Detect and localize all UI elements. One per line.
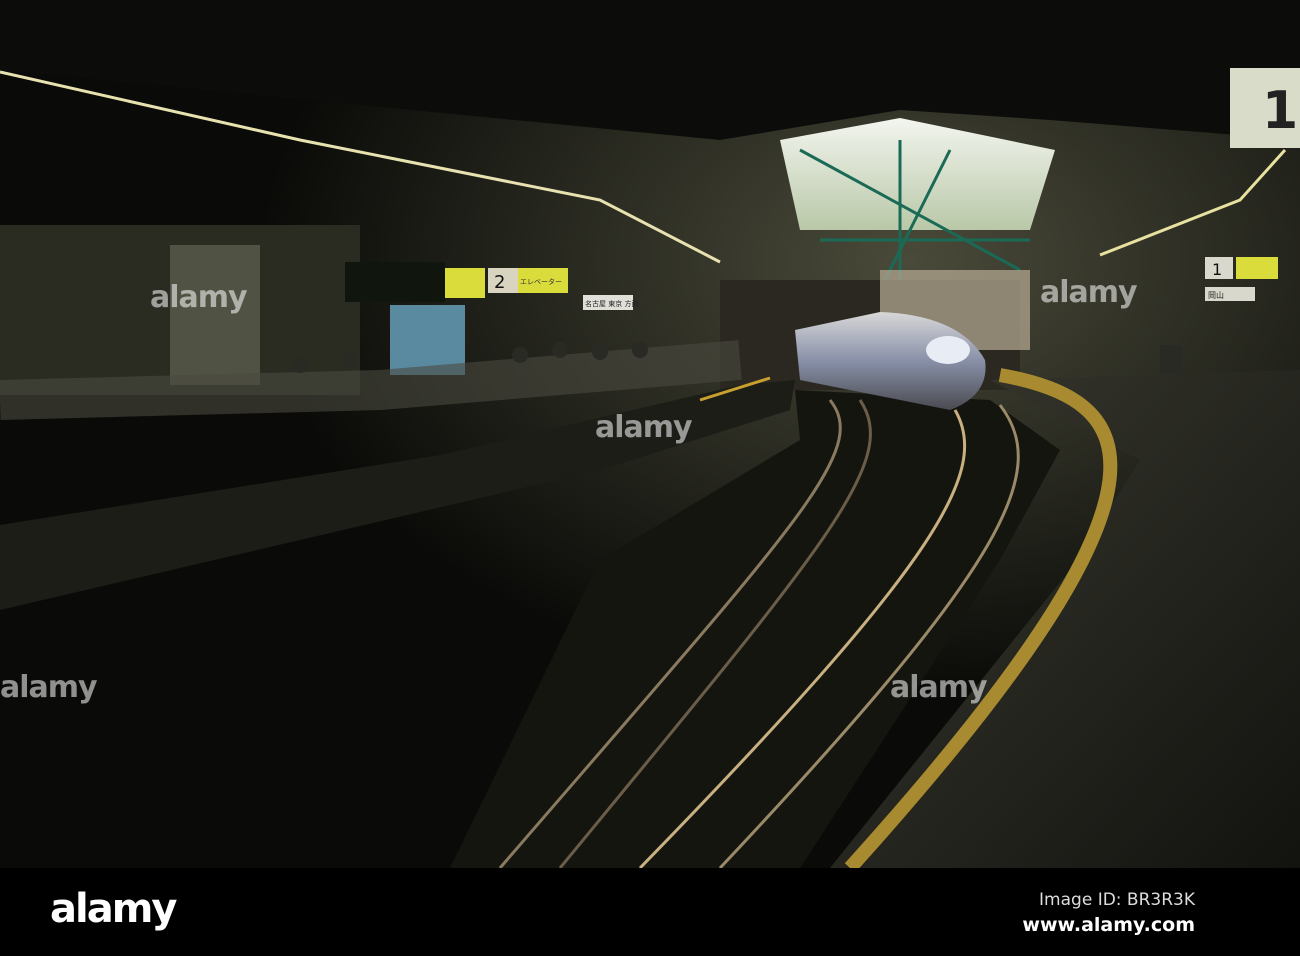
elevator-sign-left xyxy=(445,268,485,298)
watermark: alamy xyxy=(0,670,98,705)
site-url: www.alamy.com xyxy=(1022,914,1195,936)
elevator-label: エレベーター xyxy=(520,277,562,286)
okayama-sign: 岡山 xyxy=(1208,290,1224,300)
direction-label: 名古屋 東京 方面 xyxy=(585,299,638,308)
image-id: Image ID: BR3R3K xyxy=(1039,890,1195,910)
elevator-sign-right xyxy=(1236,257,1278,279)
footer-bar: alamy Image ID: BR3R3K www.alamy.com xyxy=(0,868,1300,956)
train-windshield xyxy=(926,336,970,364)
watermark: alamy xyxy=(890,670,988,705)
watermark: alamy xyxy=(1040,275,1138,310)
watermark: alamy xyxy=(595,410,693,445)
platform-1-small-sign: 1 xyxy=(1212,260,1222,279)
departure-board xyxy=(345,262,445,302)
platform-2-sign: 2 xyxy=(494,272,505,293)
watermark: alamy xyxy=(150,280,248,315)
alamy-logo: alamy xyxy=(50,886,177,932)
platform-1-number: 1 xyxy=(1262,81,1298,141)
